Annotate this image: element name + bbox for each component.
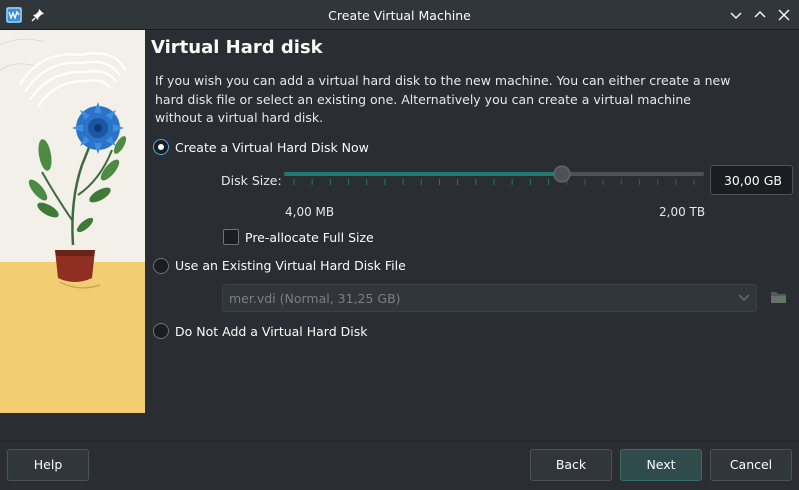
choose-disk-file-icon — [770, 289, 788, 305]
page-description: If you wish you can add a virtual hard d… — [155, 72, 735, 128]
create-new-disk-radio[interactable] — [153, 139, 169, 155]
slider-handle — [553, 165, 571, 183]
close-button[interactable] — [776, 7, 792, 23]
slider-ticks — [293, 179, 695, 185]
slider-fill — [284, 172, 562, 176]
description-line: hard disk file or select an existing one… — [155, 91, 691, 107]
chevron-down-icon — [738, 294, 750, 301]
footer-separator — [0, 441, 799, 442]
disk-size-slider[interactable] — [284, 164, 704, 194]
back-button[interactable]: Back — [530, 449, 612, 481]
existing-disk-combobox: mer.vdi (Normal, 31,25 GB) — [222, 284, 757, 312]
use-existing-disk-label[interactable]: Use an Existing Virtual Hard Disk File — [175, 258, 406, 273]
help-button[interactable]: Help — [7, 449, 89, 481]
preallocate-checkbox[interactable] — [223, 229, 239, 245]
preallocate-label[interactable]: Pre-allocate Full Size — [245, 230, 374, 245]
disk-size-max-label: 2,00 TB — [659, 205, 706, 219]
disk-size-min-label: 4,00 MB — [285, 205, 335, 219]
maximize-button[interactable] — [752, 7, 768, 23]
disk-size-input[interactable]: 30,00 GB — [710, 165, 793, 195]
no-disk-label[interactable]: Do Not Add a Virtual Hard Disk — [175, 324, 367, 339]
window-title: Create Virtual Machine — [328, 8, 471, 23]
cancel-button[interactable]: Cancel — [710, 449, 792, 481]
disk-size-label: Disk Size: — [221, 173, 282, 188]
title-bar: Create Virtual Machine — [0, 0, 799, 30]
description-line: without a virtual hard disk. — [155, 110, 324, 125]
wizard-watermark-image — [0, 30, 145, 413]
page-title: Virtual Hard disk — [151, 37, 323, 58]
existing-disk-value: mer.vdi (Normal, 31,25 GB) — [229, 291, 401, 306]
create-new-disk-label[interactable]: Create a Virtual Hard Disk Now — [175, 140, 369, 155]
no-disk-radio[interactable] — [153, 323, 169, 339]
use-existing-disk-radio[interactable] — [153, 258, 169, 274]
next-button[interactable]: Next — [620, 449, 702, 481]
description-line: If you wish you can add a virtual hard d… — [155, 73, 731, 88]
minimize-button[interactable] — [728, 7, 744, 23]
